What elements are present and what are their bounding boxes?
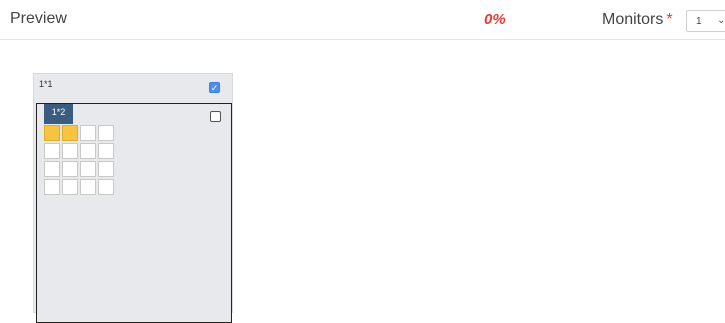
grid-cell[interactable] xyxy=(44,161,60,177)
grid-cell[interactable] xyxy=(80,125,96,141)
grid-cell[interactable] xyxy=(44,143,60,159)
page-title: Preview xyxy=(10,10,67,27)
grid-cell[interactable] xyxy=(62,179,78,195)
grid-cell[interactable] xyxy=(98,179,114,195)
monitors-select[interactable]: 1 ⌄ xyxy=(686,10,725,32)
grid-cell[interactable] xyxy=(62,143,78,159)
grid-cell[interactable] xyxy=(98,125,114,141)
monitors-select-value: 1 xyxy=(696,16,702,27)
grid-cell[interactable] xyxy=(98,161,114,177)
grid-cell[interactable] xyxy=(44,125,60,141)
monitors-label-text: Monitors xyxy=(602,11,664,28)
layout-label-1x2: 1*2 xyxy=(44,104,73,124)
monitor-cell-grid xyxy=(44,125,114,195)
grid-cell[interactable] xyxy=(62,161,78,177)
grid-cell[interactable] xyxy=(80,161,96,177)
chevron-down-icon: ⌄ xyxy=(717,15,725,26)
grid-cell[interactable] xyxy=(80,143,96,159)
progress-percent: 0% xyxy=(484,11,506,28)
required-mark: * xyxy=(666,11,673,28)
layout-1x2-checkbox[interactable] xyxy=(210,111,221,122)
layout-panel-1x2[interactable]: 1*2 xyxy=(36,103,232,323)
monitors-label: Monitors * xyxy=(602,11,673,29)
layout-panel-1x1[interactable]: 1*1 ✓ 1*2 xyxy=(33,73,233,323)
layout-label-1x1: 1*1 xyxy=(39,79,53,89)
grid-cell[interactable] xyxy=(44,179,60,195)
layout-1x1-checkbox[interactable]: ✓ xyxy=(209,82,220,93)
grid-cell[interactable] xyxy=(80,179,96,195)
grid-cell[interactable] xyxy=(62,125,78,141)
grid-cell[interactable] xyxy=(98,143,114,159)
preview-header: Preview 0% Monitors * 1 ⌄ xyxy=(0,0,725,40)
